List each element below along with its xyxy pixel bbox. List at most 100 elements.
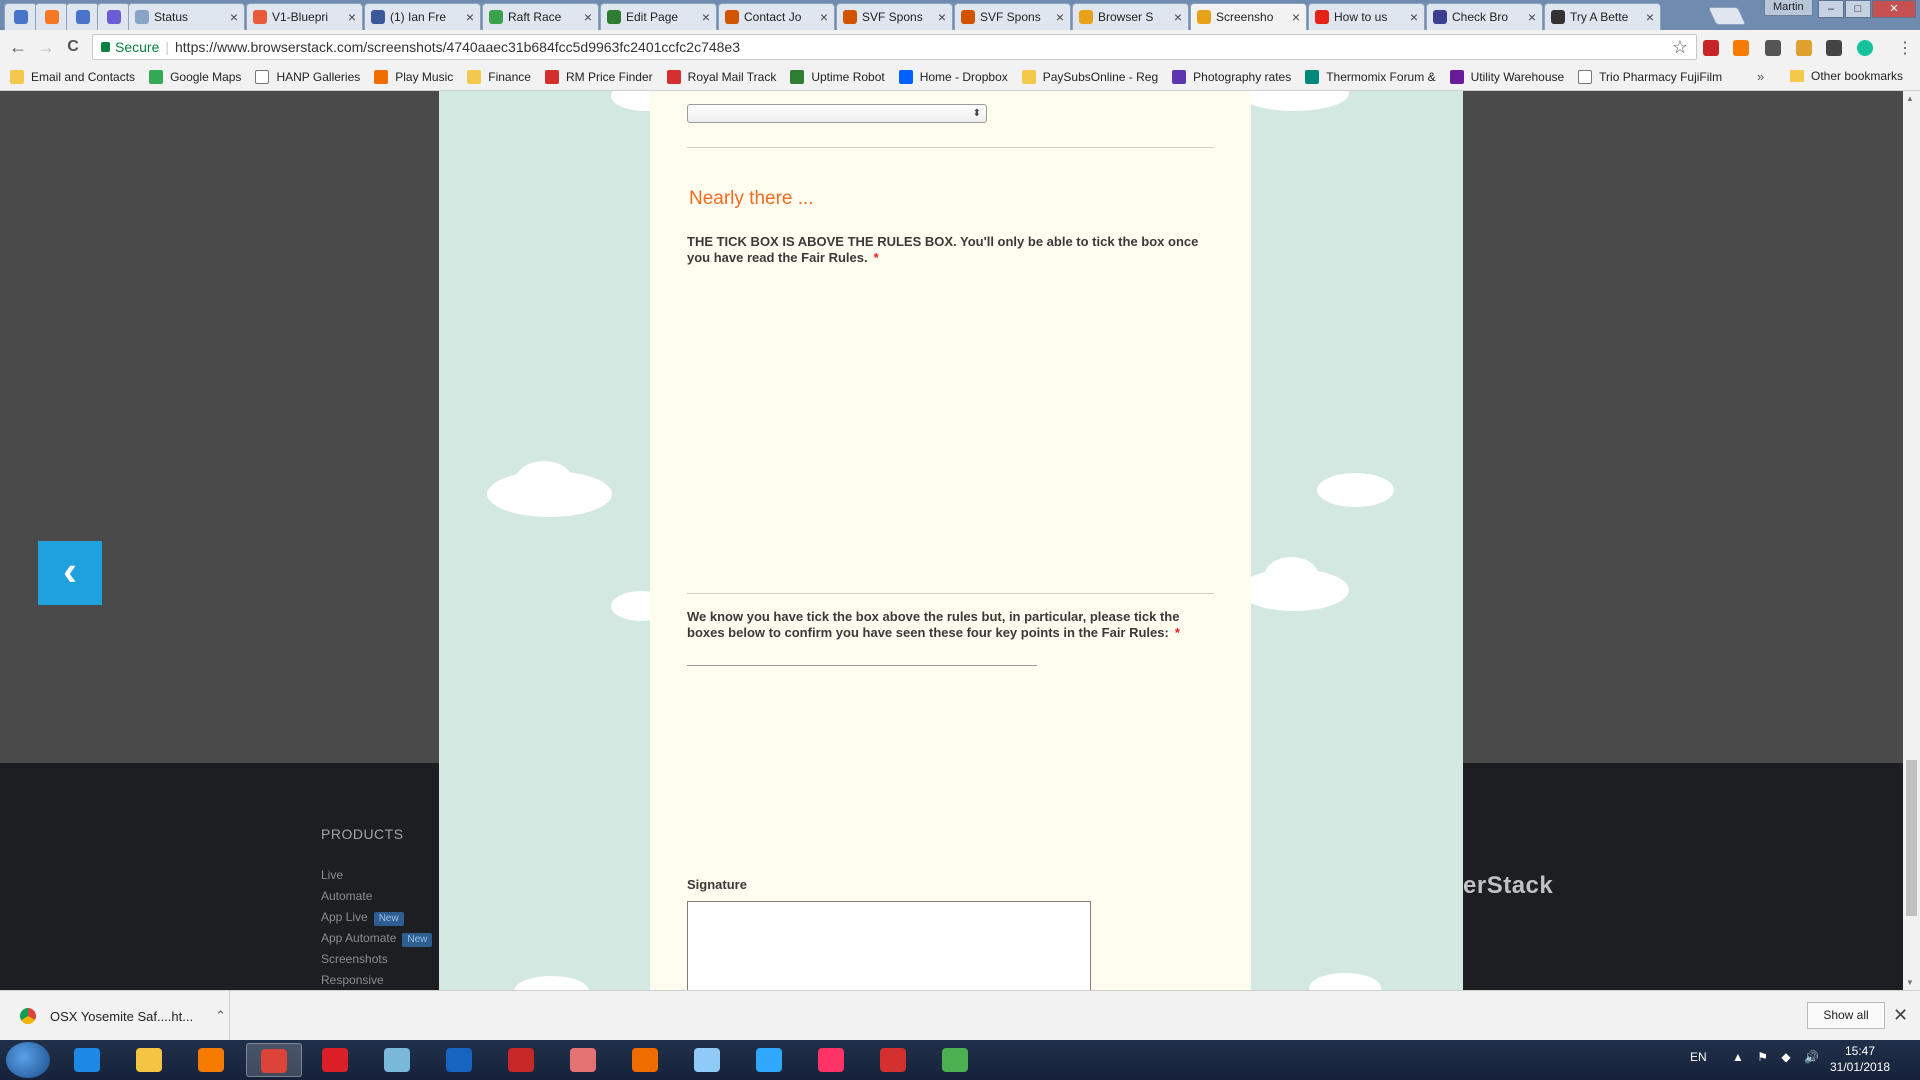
bookmark-item[interactable]: Home - Dropbox: [898, 70, 1008, 84]
dropbox-tray-icon[interactable]: ◆: [1781, 1050, 1790, 1064]
bookmark-item[interactable]: Play Music: [374, 70, 453, 84]
bookmark-item[interactable]: Utility Warehouse: [1449, 70, 1564, 84]
taskbar-app[interactable]: [432, 1043, 488, 1077]
taskbar-app[interactable]: [680, 1043, 736, 1077]
chrome-menu-icon[interactable]: ⋮: [1897, 38, 1913, 58]
tab-close-icon[interactable]: ×: [466, 9, 474, 25]
close-icon[interactable]: ✕: [1893, 1005, 1908, 1026]
tab-close-icon[interactable]: ×: [1174, 9, 1182, 25]
bookmark-item[interactable]: Google Maps: [149, 70, 241, 84]
bookmark-item[interactable]: Royal Mail Track: [666, 70, 776, 84]
signature-pad[interactable]: [687, 901, 1091, 990]
footer-link[interactable]: App Automate New: [321, 931, 433, 947]
pinned-tab[interactable]: [66, 3, 99, 30]
tab-close-icon[interactable]: ×: [1292, 9, 1300, 25]
bookmark-item[interactable]: HANP Galleries: [255, 70, 360, 84]
taskbar-app[interactable]: [184, 1043, 240, 1077]
profile-button[interactable]: Martin: [1764, 0, 1813, 16]
other-bookmarks[interactable]: Other bookmarks: [1790, 69, 1903, 83]
tab-close-icon[interactable]: ×: [820, 9, 828, 25]
tab-close-icon[interactable]: ×: [348, 9, 356, 25]
address-bar[interactable]: Secure | https://www.browserstack.com/sc…: [92, 34, 1697, 60]
browser-tab[interactable]: SVF Spons ×: [954, 3, 1071, 30]
browser-tab[interactable]: SVF Spons ×: [836, 3, 953, 30]
footer-link[interactable]: Responsive: [321, 973, 384, 987]
taskbar-app[interactable]: [308, 1043, 364, 1077]
browser-tab[interactable]: Raft Race ×: [482, 3, 599, 30]
browser-tab[interactable]: (1) Ian Fre ×: [364, 3, 481, 30]
tab-close-icon[interactable]: ×: [1646, 9, 1654, 25]
chevron-up-icon[interactable]: ⌃: [215, 1008, 226, 1024]
footer-link[interactable]: Screenshots: [321, 952, 388, 966]
tab-close-icon[interactable]: ×: [702, 9, 710, 25]
tab-close-icon[interactable]: ×: [584, 9, 592, 25]
browser-tab[interactable]: Contact Jo ×: [718, 3, 835, 30]
footer-link[interactable]: App Live New: [321, 910, 404, 926]
back-nav-button[interactable]: ←: [8, 37, 28, 57]
extension-lastpass-icon[interactable]: [1703, 40, 1719, 56]
reload-button[interactable]: C: [63, 37, 83, 57]
tab-close-icon[interactable]: ×: [1410, 9, 1418, 25]
browser-tab[interactable]: Browser S ×: [1072, 3, 1189, 30]
dropdown-select[interactable]: ⬍: [687, 104, 987, 123]
language-indicator[interactable]: EN: [1690, 1050, 1707, 1064]
pinned-tab[interactable]: [35, 3, 68, 30]
browser-tab[interactable]: How to us ×: [1308, 3, 1425, 30]
tab-close-icon[interactable]: ×: [1528, 9, 1536, 25]
extension-tool-icon[interactable]: [1796, 40, 1812, 56]
taskbar-app[interactable]: [556, 1043, 612, 1077]
forward-nav-button[interactable]: →: [36, 37, 56, 57]
pinned-tab[interactable]: [4, 3, 37, 30]
browser-tab[interactable]: Edit Page ×: [600, 3, 717, 30]
browser-tab[interactable]: V1-Bluepri ×: [246, 3, 363, 30]
show-all-button[interactable]: Show all: [1807, 1002, 1885, 1029]
taskbar-app[interactable]: [122, 1043, 178, 1077]
pinned-tab[interactable]: [97, 3, 130, 30]
bookmark-item[interactable]: PaySubsOnline - Reg: [1021, 70, 1158, 84]
bookmarks-overflow-icon[interactable]: »: [1757, 69, 1764, 84]
scrollbar-thumb[interactable]: [1906, 760, 1917, 916]
secure-indicator[interactable]: Secure: [101, 39, 159, 55]
browser-tab[interactable]: Screensho ×: [1190, 3, 1307, 30]
footer-link[interactable]: Live: [321, 868, 343, 882]
start-button[interactable]: [6, 1042, 50, 1078]
volume-icon[interactable]: 🔊: [1804, 1050, 1819, 1064]
taskbar-app[interactable]: [928, 1043, 984, 1077]
tab-close-icon[interactable]: ×: [1056, 9, 1064, 25]
chevron-left-icon[interactable]: ‹: [38, 541, 102, 605]
extension-hubspot-icon[interactable]: [1733, 40, 1749, 56]
taskbar-app[interactable]: [618, 1043, 674, 1077]
extension-evernote-icon[interactable]: [1826, 40, 1842, 56]
extension-shield-icon[interactable]: [1765, 40, 1781, 56]
taskbar-app[interactable]: [866, 1043, 922, 1077]
taskbar-app[interactable]: [246, 1043, 302, 1077]
extension-grammarly-icon[interactable]: [1857, 40, 1873, 56]
taskbar-app[interactable]: [494, 1043, 550, 1077]
taskbar-app[interactable]: [60, 1043, 116, 1077]
minimize-button[interactable]: –: [1818, 0, 1844, 18]
bookmark-item[interactable]: Thermomix Forum &: [1305, 70, 1436, 84]
bookmark-item[interactable]: Email and Contacts: [10, 70, 135, 84]
scroll-up-icon[interactable]: ▲: [1906, 94, 1914, 103]
bookmark-item[interactable]: Photography rates: [1172, 70, 1291, 84]
taskbar-app[interactable]: [804, 1043, 860, 1077]
tab-close-icon[interactable]: ×: [938, 9, 946, 25]
browser-tab[interactable]: Status ×: [128, 3, 245, 30]
bookmark-item[interactable]: Finance: [467, 70, 531, 84]
taskbar-app[interactable]: [742, 1043, 798, 1077]
bookmark-item[interactable]: Uptime Robot: [790, 70, 885, 84]
bookmark-star-icon[interactable]: ☆: [1672, 37, 1688, 58]
bookmark-item[interactable]: Trio Pharmacy FujiFilm: [1578, 70, 1722, 84]
tray-expand-icon[interactable]: ▲: [1732, 1050, 1744, 1064]
system-clock[interactable]: 15:47 31/01/2018: [1820, 1043, 1900, 1075]
tab-close-icon[interactable]: ×: [230, 9, 238, 25]
action-center-flag-icon[interactable]: ⚑: [1757, 1050, 1768, 1064]
browser-tab[interactable]: Check Bro ×: [1426, 3, 1543, 30]
footer-link[interactable]: Automate: [321, 889, 372, 903]
scroll-down-icon[interactable]: ▼: [1906, 978, 1914, 987]
taskbar-app[interactable]: [370, 1043, 426, 1077]
close-window-button[interactable]: ✕: [1872, 0, 1916, 18]
bookmark-item[interactable]: RM Price Finder: [544, 70, 653, 84]
browser-tab[interactable]: Try A Bette ×: [1544, 3, 1661, 30]
maximize-button[interactable]: □: [1845, 0, 1871, 18]
